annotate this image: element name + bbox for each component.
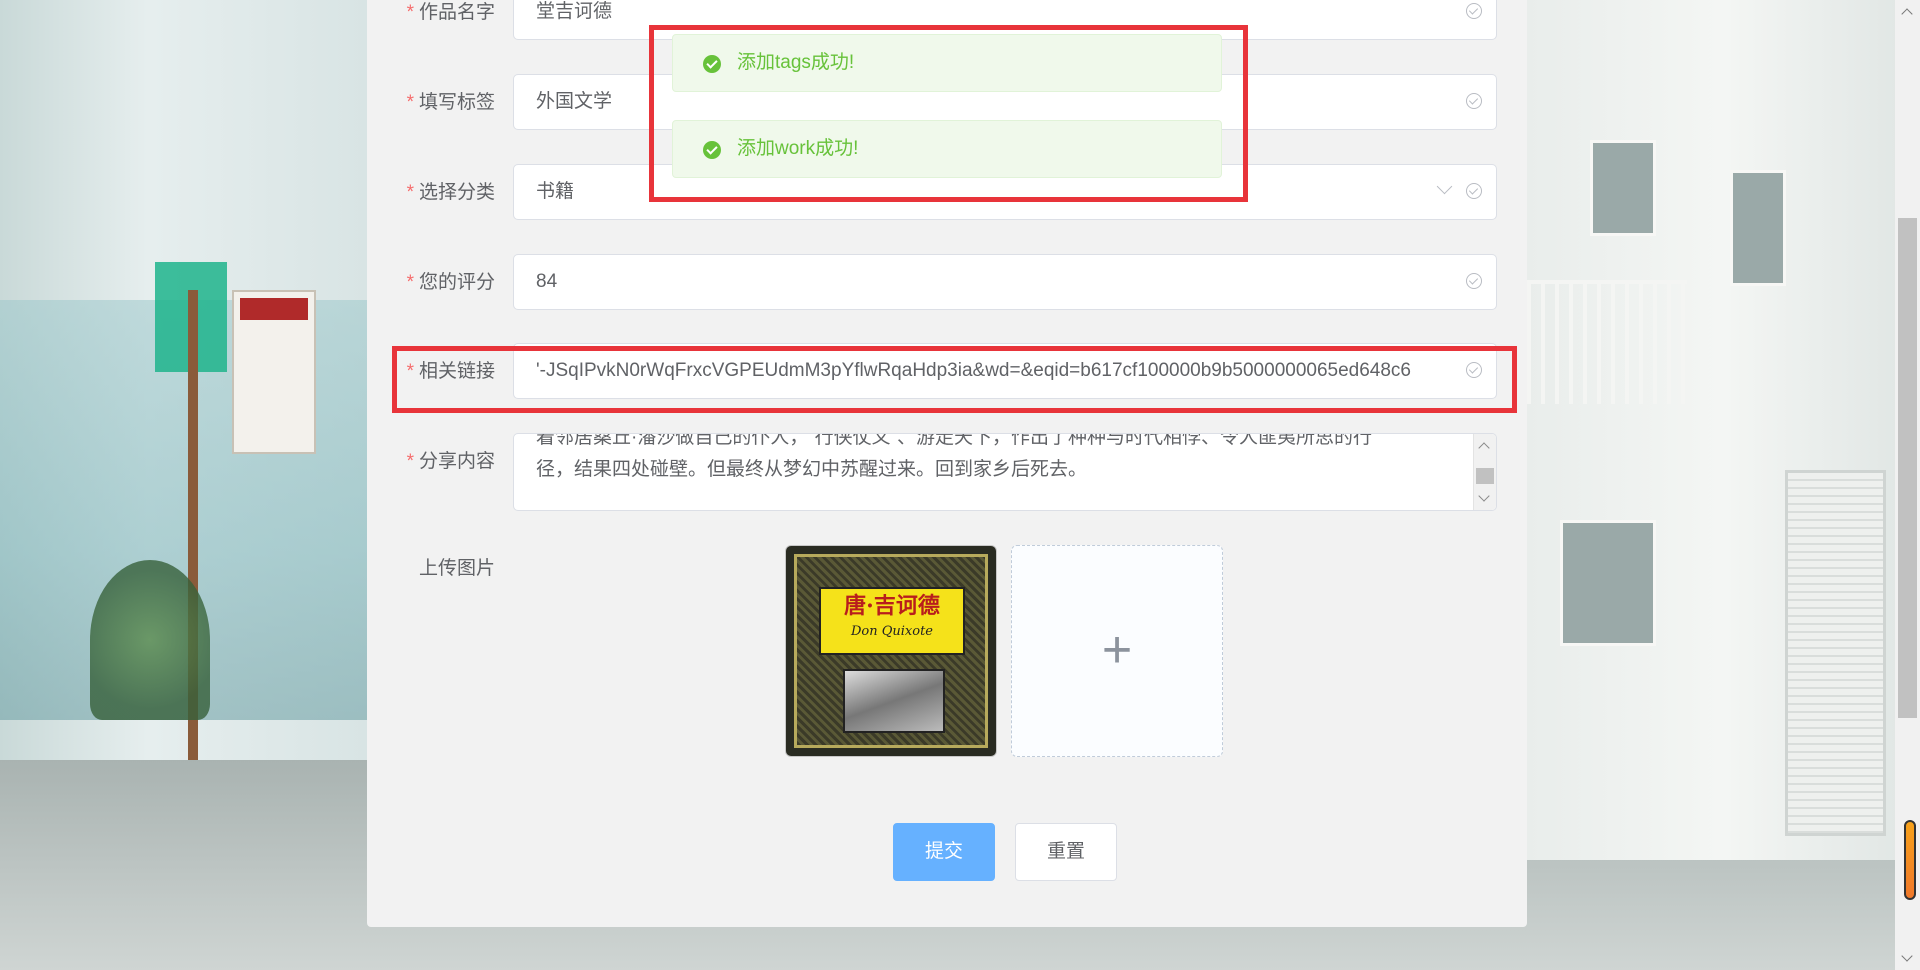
scroll-down-icon[interactable] [1478, 490, 1490, 502]
scroll-up-icon[interactable] [1901, 8, 1913, 20]
success-check-icon [703, 141, 721, 159]
valid-check-icon [1466, 93, 1482, 109]
scroll-up-icon[interactable] [1478, 442, 1490, 454]
form-item-rating: * 您的评分 84 [367, 254, 1527, 312]
scroll-thumb[interactable] [1476, 468, 1494, 484]
book-subtitle: Don Quixote [850, 624, 934, 639]
category-label: * 选择分类 [406, 182, 495, 203]
upload-add-button[interactable]: + [1011, 545, 1223, 757]
plus-icon: + [1101, 621, 1133, 679]
valid-check-icon [1466, 273, 1482, 289]
uploaded-image-thumbnail[interactable]: 唐·吉诃德 Don Quixote [785, 545, 997, 757]
share-text-line: 径，结果四处碰壁。但最终从梦幻中苏醒过来。回到家乡后死去。 [536, 459, 1088, 480]
rating-input[interactable]: 84 [513, 254, 1497, 310]
form-item-link: * 相关链接 '-JSqIPvkN0rWqFrxcVGPEUdmM3pYflwRq… [367, 343, 1527, 401]
valid-check-icon [1466, 3, 1482, 19]
valid-check-icon [1466, 362, 1482, 378]
link-input[interactable]: '-JSqIPvkN0rWqFrxcVGPEUdmM3pYflwRqaHdp3i… [513, 343, 1497, 399]
form-item-share: * 分享内容 着邻居桑丘·潘沙做自己的仆人，“行侠仗义”、游走天下，作出了种种与时… [367, 433, 1527, 511]
rating-label: * 您的评分 [406, 272, 495, 293]
valid-check-icon [1466, 183, 1482, 199]
share-text-line: 着邻居桑丘·潘沙做自己的仆人，“行侠仗义”、游走天下，作出了种种与时代相悖、令人… [536, 433, 1372, 448]
work-name-label: * 作品名字 [406, 2, 495, 23]
tags-label: * 填写标签 [406, 92, 495, 113]
share-textarea[interactable]: 着邻居桑丘·潘沙做自己的仆人，“行侠仗义”、游走天下，作出了种种与时代相悖、令人… [513, 433, 1497, 511]
book-cover-image: 唐·吉诃德 Don Quixote [794, 554, 988, 748]
upload-label: 上传图片 [418, 558, 495, 579]
success-check-icon [703, 55, 721, 73]
notification-work-success: 添加work成功! [672, 120, 1222, 178]
submit-button[interactable]: 提交 [893, 823, 995, 881]
scroll-indicator-icon [1904, 820, 1916, 900]
share-label: * 分享内容 [406, 451, 495, 472]
scroll-down-icon[interactable] [1901, 950, 1913, 962]
reset-button[interactable]: 重置 [1015, 823, 1117, 881]
notification-tags-success: 添加tags成功! [672, 34, 1222, 92]
page-scroll-thumb[interactable] [1898, 218, 1917, 718]
book-title: 唐·吉诃德 [844, 593, 940, 619]
textarea-scrollbar[interactable] [1473, 434, 1496, 510]
link-label: * 相关链接 [406, 361, 495, 382]
